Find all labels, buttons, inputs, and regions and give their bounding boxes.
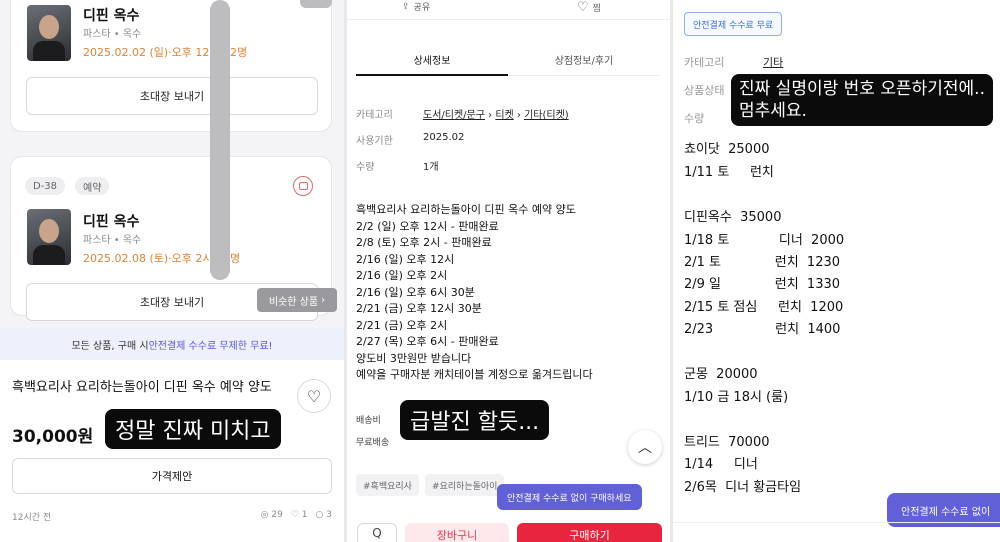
panel-app-reservations: 디핀 옥수 파스타 • 옥수 2025.02.02 (일)·오후 12시 · 2… (0, 0, 344, 542)
promo-banner[interactable]: 모든 상품, 구매 시 안전결제 수수료 무제한 무료! (0, 328, 344, 360)
shipping-label: 배송비 (356, 416, 381, 426)
tab-store-reviews[interactable]: 상점정보/후기 (508, 44, 660, 76)
banner-text: 모든 상품, 구매 시 (71, 340, 149, 352)
listing-line: 트리드 70000 (684, 435, 770, 450)
eye-icon: ◎ (260, 510, 269, 520)
product-stats: ◎ 29 ♡ 1 ○ 3 (261, 510, 332, 520)
like-button[interactable]: ♡ 찜 (577, 0, 601, 15)
description-line: 2/21 (금) 오후 12시 30분 (356, 302, 482, 315)
posted-time: 12시간 전 (12, 513, 52, 523)
shop-name: 디핀 옥수 (83, 214, 140, 230)
breadcrumb-link[interactable]: 티켓 (495, 110, 513, 121)
chats-count: ○ 3 (315, 510, 332, 520)
category-value[interactable]: 기타 (763, 54, 783, 70)
description-line: 흑백요리사 요리하는돌아이 디핀 옥수 예약 양도 (356, 203, 576, 216)
safe-payment-badge: 안전결제 수수료 무료 (684, 12, 783, 36)
similar-products-button[interactable]: 비슷한 상품 › (257, 288, 337, 312)
tab-detail[interactable]: 상세정보 (356, 44, 508, 76)
product-description: 흑백요리사 요리하는돌아이 디핀 옥수 예약 양도 2/2 (일) 오후 12시… (356, 202, 656, 384)
description-line: 2/21 (금) 오후 2시 (356, 318, 448, 332)
video-caption: 정말 진짜 미치고 (105, 409, 281, 449)
shop-thumbnail (27, 209, 71, 265)
likes-count: ♡ 1 (290, 510, 308, 520)
quantity-label: 수량 (356, 162, 375, 173)
video-caption: 급발진 할듯... (400, 400, 550, 440)
chat-icon: ○ (315, 510, 324, 520)
listing-line: 2/15 토 점심 런치 1200 (684, 300, 844, 315)
bottom-bar (673, 522, 1000, 542)
video-caption: 진짜 실명이랑 번호 오픈하기전에.. 멈추세요. (731, 74, 993, 126)
panel-product-detail: ⇪ 공유 ♡ 찜 상세정보 상점정보/후기 카테고리 도서/티켓/문구 › 티켓 ›… (347, 0, 670, 542)
product-summary: 흑백요리사 요리하는돌아이 디핀 옥수 예약 양도 ♡ 30,000원 가격제안… (0, 360, 344, 542)
safe-payment-tooltip: 안전결제 수수료 없이 구매하세요 (497, 484, 642, 510)
tag-chip[interactable]: #흑백요리사 (356, 474, 419, 496)
description-line: 2/2 (일) 오후 12시 - 판매완료 (356, 219, 499, 233)
description-line: 2/27 (목) 오후 6시 - 판매완료 (356, 335, 499, 348)
expiry-label: 사용기한 (356, 136, 393, 147)
description-line: 예약을 구매자분 캐치테이블 계정으로 옮겨드립니다 (356, 368, 593, 381)
description-line: 2/16 (일) 오후 2시 (356, 269, 448, 282)
shop-subtitle: 파스타 • 옥수 (83, 235, 142, 246)
invite-button[interactable]: 초대장 보내기 (26, 77, 318, 115)
chevron-right-icon: › (321, 294, 326, 306)
chevron-up-icon: ︿ (638, 440, 652, 456)
category-label: 카테고리 (684, 56, 725, 69)
description-line: 2/16 (일) 오후 12시 (356, 252, 455, 266)
listing-line: 1/18 토 디너 2000 (684, 233, 845, 248)
like-label: 찜 (592, 4, 601, 14)
dday-badge: D-38 (25, 177, 66, 195)
product-price: 30,000원 (12, 427, 94, 447)
expiry-value: 2025.02 (423, 132, 465, 143)
price-offer-button[interactable]: 가격제안 (12, 458, 332, 494)
share-button[interactable]: ⇪ 공유 (402, 0, 431, 14)
description-line: 2/8 (토) 오후 2시 - 판매완료 (356, 236, 492, 249)
shop-subtitle: 파스타 • 옥수 (83, 29, 142, 40)
breadcrumb-link[interactable]: 도서/티켓/문구 (423, 110, 485, 121)
views-count: ◎ 29 (260, 510, 283, 520)
listing-line: 1/11 토 런치 (684, 165, 774, 180)
heart-icon: ♡ (290, 510, 299, 520)
quantity-value: 1개 (423, 162, 439, 173)
listing-line: 1/10 금 18시 (룸) (684, 390, 789, 405)
tag-list: #흑백요리사 #요리하는돌아이 (356, 474, 505, 496)
share-label: 공유 (413, 3, 431, 13)
cart-button[interactable]: 장바구니 (405, 523, 509, 542)
condition-label: 상품상태 (684, 84, 725, 97)
purchase-bar: Q 장바구니 구매하기 (347, 520, 670, 542)
category-label: 카테고리 (356, 110, 393, 121)
heart-icon: ♡ (577, 0, 589, 15)
heart-icon[interactable]: ♡ (297, 379, 331, 413)
panel-listing-detail: 안전결제 수수료 무료 카테고리 기타 상품상태 수량 진짜 실명이랑 번호 오… (673, 0, 1000, 542)
scrollbar-cap (300, 0, 332, 8)
breadcrumb-link[interactable]: 기타(티켓) (524, 110, 569, 121)
description-line: 2/16 (일) 오후 6시 30분 (356, 285, 475, 299)
listing-line: 1/14 디너 (684, 457, 758, 472)
quantity-label: 수량 (684, 112, 705, 125)
shop-name: 디핀 옥수 (83, 8, 140, 24)
listing-line: 2/1 토 런치 1230 (684, 255, 841, 270)
calendar-icon[interactable] (293, 176, 313, 196)
product-title: 흑백요리사 요리하는돌아이 디핀 옥수 예약 양도 (12, 380, 272, 395)
tag-chip[interactable]: #요리하는돌아이 (424, 474, 505, 496)
action-bar: ⇪ 공유 ♡ 찜 (347, 0, 670, 20)
scrollbar[interactable] (210, 0, 230, 280)
shipping-value: 무료배송 (356, 438, 390, 448)
shop-thumbnail (27, 5, 71, 61)
listing-line: 쵸이닷 25000 (684, 142, 770, 157)
description-line: 양도비 3만원만 받습니다 (356, 351, 472, 365)
reservation-card-1: 디핀 옥수 파스타 • 옥수 2025.02.02 (일)·오후 12시 · 2… (10, 0, 332, 132)
scroll-top-button[interactable]: ︿ (628, 430, 662, 464)
banner-highlight: 안전결제 수수료 무제한 무료! (148, 340, 273, 352)
category-breadcrumb: 도서/티켓/문구 › 티켓 › 기타(티켓) (423, 110, 569, 121)
status-badge: 예약 (75, 177, 110, 195)
buy-button[interactable]: 구매하기 (517, 523, 662, 542)
listing-line: 2/23 런치 1400 (684, 322, 841, 337)
search-icon[interactable]: Q (357, 523, 397, 542)
listing-line: 군몽 20000 (684, 367, 758, 382)
listing-line: 디핀옥수 35000 (684, 210, 782, 225)
listing-line: 2/9 일 런치 1330 (684, 277, 841, 292)
share-icon: ⇪ (402, 1, 410, 12)
listing-line: 2/6목 디너 황금타임 (684, 480, 802, 495)
similar-products-label: 비슷한 상품 (268, 296, 319, 308)
